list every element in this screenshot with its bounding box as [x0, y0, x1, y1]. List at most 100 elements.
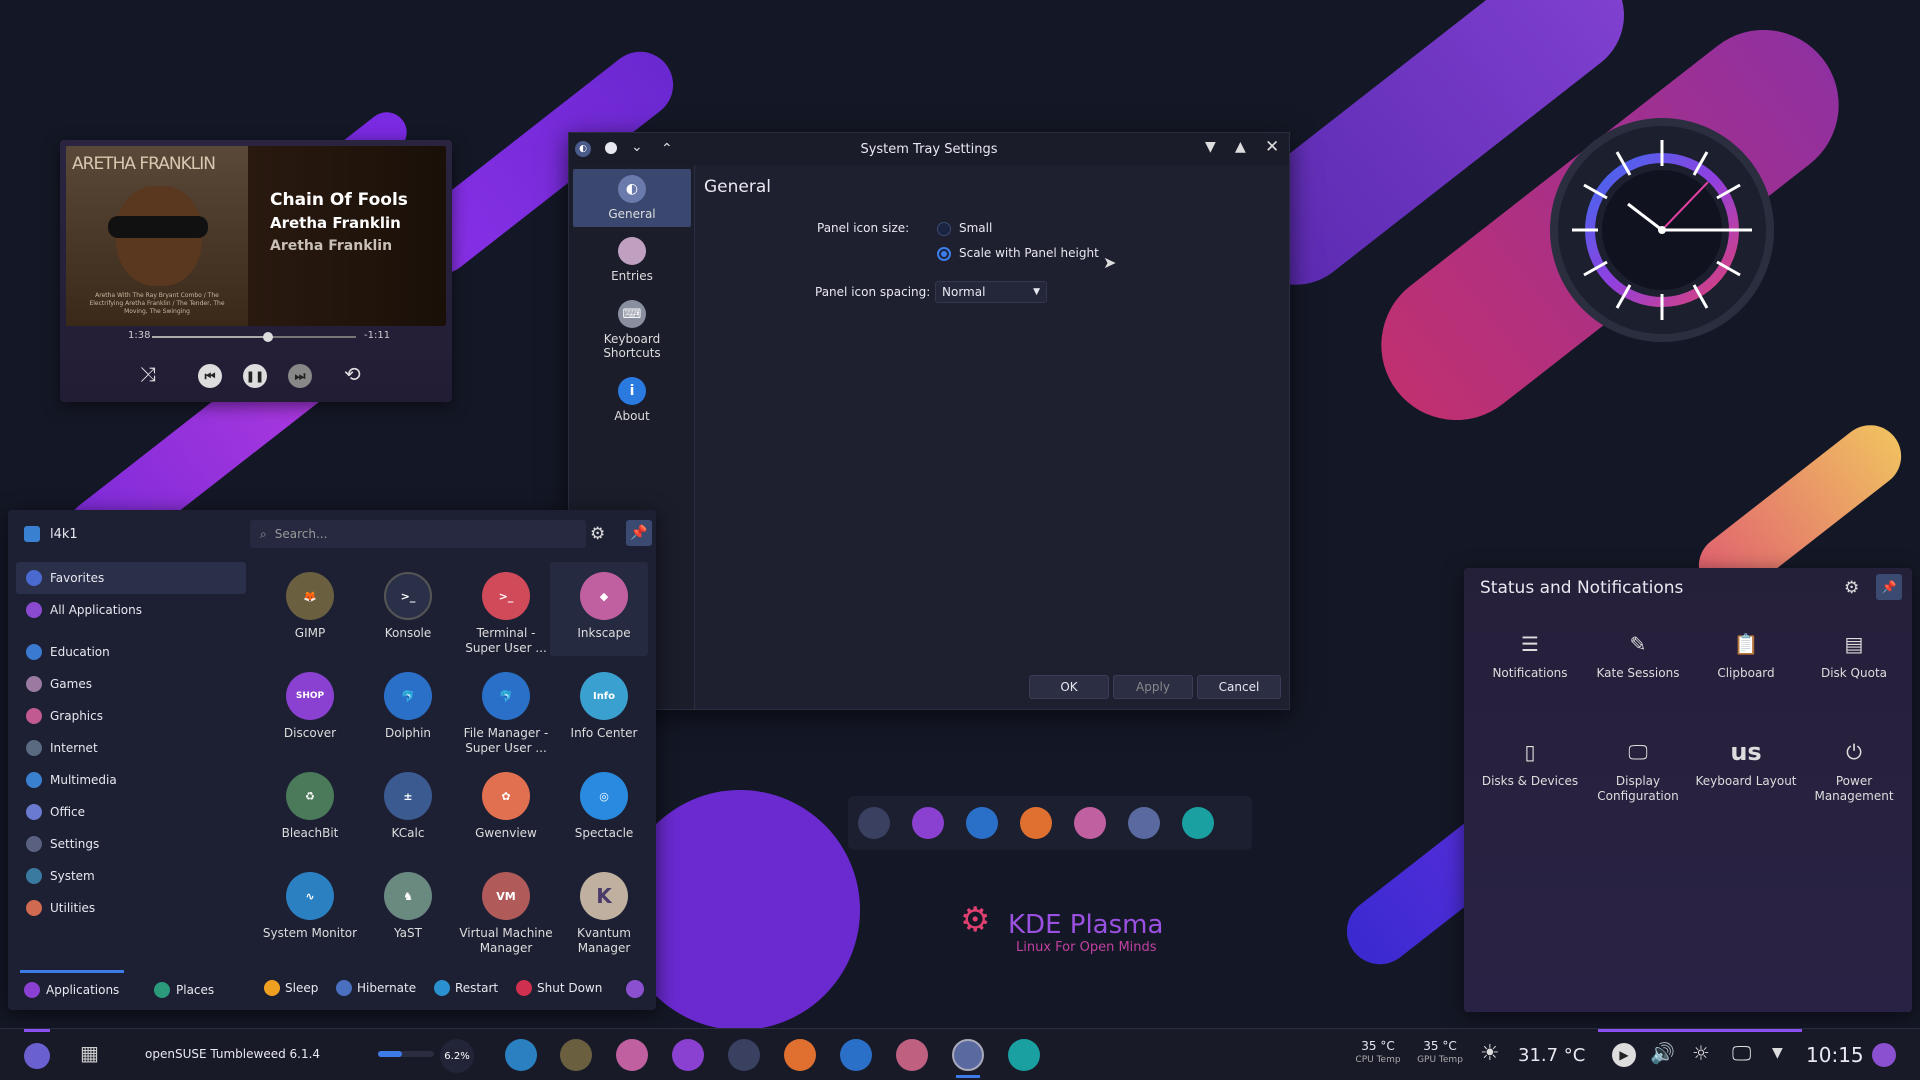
system-settings-app-icon[interactable]	[1128, 807, 1160, 839]
close-icon[interactable]: ✕	[1265, 137, 1279, 157]
discover-app-icon[interactable]	[912, 807, 944, 839]
sidebar-item-entries[interactable]: Entries	[573, 231, 691, 289]
display-icon[interactable]: 🖵	[1732, 1041, 1751, 1065]
maximize-icon[interactable]: ▲	[1235, 139, 1246, 155]
app-dolphin[interactable]: 🐬 Dolphin	[360, 672, 456, 741]
leave-icon[interactable]	[626, 980, 644, 998]
app-kvantum-manager[interactable]: K Kvantum Manager	[556, 872, 652, 956]
app-discover[interactable]: SHOP Discover	[262, 672, 358, 741]
launcher-icon[interactable]	[24, 1043, 50, 1069]
media-play-icon[interactable]: ▶	[1612, 1043, 1636, 1067]
shade-up-icon[interactable]: ⌃	[661, 141, 673, 157]
pin-icon[interactable]: 📌	[626, 520, 652, 546]
app-info-center[interactable]: Info Info Center	[556, 672, 652, 741]
category-favorites[interactable]: Favorites	[16, 562, 246, 594]
brightness-icon[interactable]: ☼	[1692, 1041, 1710, 1065]
radio-scale-with-panel[interactable]	[937, 247, 951, 261]
category-utilities[interactable]: Utilities	[16, 892, 246, 924]
progress-handle[interactable]	[263, 332, 273, 342]
dolphin-app-icon[interactable]	[966, 807, 998, 839]
vm-app-icon[interactable]	[1182, 807, 1214, 839]
firefox-app-icon[interactable]	[1020, 807, 1052, 839]
window-titlebar[interactable]: ◐ ⌄ ⌃ System Tray Settings ▼ ▲ ✕	[569, 133, 1289, 165]
app-virtual-machine-manager[interactable]: VM Virtual Machine Manager	[458, 872, 554, 956]
app-terminal-super-user[interactable]: >_ Terminal - Super User ...	[458, 572, 554, 656]
tray-disk-quota[interactable]: ▤ Disk Quota	[1802, 628, 1906, 681]
category-education[interactable]: Education	[16, 636, 246, 668]
search-icon: ⌕	[260, 526, 267, 541]
volume-icon[interactable]: 🔊	[1650, 1041, 1675, 1065]
tray-notifications[interactable]: ☰ Notifications	[1478, 628, 1582, 681]
radio-small[interactable]	[937, 222, 951, 236]
previous-icon[interactable]: ⏮	[198, 364, 222, 388]
category-system[interactable]: System	[16, 860, 246, 892]
tab-places[interactable]: Places	[154, 982, 214, 998]
weather-temp[interactable]: 31.7 °C	[1518, 1045, 1585, 1066]
next-icon[interactable]: ⏭	[288, 364, 312, 388]
gwenview-app-icon[interactable]	[1074, 807, 1106, 839]
app-inkscape[interactable]: ◆ Inkscape	[556, 572, 652, 641]
gear-icon[interactable]: ⚙	[590, 524, 605, 544]
dolphin-taskbar-icon[interactable]	[840, 1039, 872, 1071]
app-kcalc[interactable]: ± KCalc	[360, 772, 456, 841]
cancel-button[interactable]: Cancel	[1197, 675, 1281, 699]
gear-icon[interactable]: ⚙	[1844, 578, 1859, 598]
gwenview-taskbar-icon[interactable]	[896, 1039, 928, 1071]
app-system-monitor[interactable]: ∿ System Monitor	[262, 872, 358, 941]
clock[interactable]: 10:15	[1806, 1043, 1864, 1067]
search-input[interactable]: ⌕ Search...	[250, 520, 586, 548]
app-label: Terminal - Super User ...	[465, 626, 547, 655]
shuffle-icon[interactable]: ⤨	[140, 362, 156, 386]
app-spectacle[interactable]: ◎ Spectacle	[556, 772, 652, 841]
category-settings[interactable]: Settings	[16, 828, 246, 860]
minimize-icon[interactable]: ▼	[1205, 139, 1216, 155]
app-konsole[interactable]: >_ Konsole	[360, 572, 456, 641]
shut-down-button[interactable]: Shut Down	[516, 980, 602, 996]
settings-taskbar-icon[interactable]	[728, 1039, 760, 1071]
hibernate-button[interactable]: Hibernate	[336, 980, 416, 996]
category-multimedia[interactable]: Multimedia	[16, 764, 246, 796]
logout-icon[interactable]	[1872, 1043, 1896, 1067]
sidebar-item-keyboard-shortcuts[interactable]: ⌨ Keyboard Shortcuts	[573, 293, 691, 367]
apply-button[interactable]: Apply	[1113, 675, 1193, 699]
category-graphics[interactable]: Graphics	[16, 700, 246, 732]
weather-sun-icon[interactable]: ☀	[1480, 1041, 1500, 1066]
pause-icon[interactable]: ❚❚	[243, 364, 267, 388]
show-desktop-icon[interactable]: ▦	[80, 1041, 99, 1065]
app-gwenview[interactable]: ✿ Gwenview	[458, 772, 554, 841]
tray-clipboard[interactable]: 📋 Clipboard	[1694, 628, 1798, 681]
system-monitor-taskbar-icon[interactable]	[505, 1039, 537, 1071]
vm-taskbar-icon[interactable]	[1008, 1039, 1040, 1071]
tray-keyboard-layout[interactable]: us Keyboard Layout	[1694, 736, 1798, 789]
tray-disks-devices[interactable]: ▯ Disks & Devices	[1478, 736, 1582, 789]
keep-on-top-icon[interactable]	[605, 142, 617, 154]
sidebar-item-general[interactable]: ◐ General	[573, 169, 691, 227]
sleep-button[interactable]: Sleep	[264, 980, 318, 996]
app-file-manager-super-user[interactable]: 🐬 File Manager - Super User ...	[458, 672, 554, 756]
repeat-icon[interactable]: ⟲	[344, 362, 361, 386]
app-bleachbit[interactable]: ♻ BleachBit	[262, 772, 358, 841]
tray-kate-sessions[interactable]: ✎ Kate Sessions	[1586, 628, 1690, 681]
app-yast[interactable]: ♞ YaST	[360, 872, 456, 941]
category-internet[interactable]: Internet	[16, 732, 246, 764]
tray-power-management[interactable]: ⏻ Power Management	[1802, 736, 1906, 804]
firefox-taskbar-icon[interactable]	[784, 1039, 816, 1071]
category-games[interactable]: Games	[16, 668, 246, 700]
spacing-select[interactable]: Normal ▼	[935, 281, 1047, 303]
pin-icon[interactable]: 📌	[1876, 574, 1902, 600]
restart-button[interactable]: Restart	[434, 980, 498, 996]
gimp-taskbar-icon[interactable]	[560, 1039, 592, 1071]
app-gimp[interactable]: 🦊 GIMP	[262, 572, 358, 641]
tray-expand-icon[interactable]: ▼	[1772, 1045, 1783, 1061]
sidebar-item-about[interactable]: i About	[573, 371, 691, 429]
shade-down-icon[interactable]: ⌄	[631, 139, 643, 155]
ok-button[interactable]: OK	[1029, 675, 1109, 699]
inkscape-taskbar-icon[interactable]	[616, 1039, 648, 1071]
category-office[interactable]: Office	[16, 796, 246, 828]
settings-app-icon[interactable]	[858, 807, 890, 839]
category-all-applications[interactable]: All Applications	[16, 594, 246, 626]
system-settings-taskbar-icon[interactable]	[952, 1039, 984, 1071]
tab-applications[interactable]: Applications	[24, 982, 119, 998]
tray-display-configuration[interactable]: 🖵 Display Configuration	[1586, 736, 1690, 804]
discover-taskbar-icon[interactable]	[672, 1039, 704, 1071]
